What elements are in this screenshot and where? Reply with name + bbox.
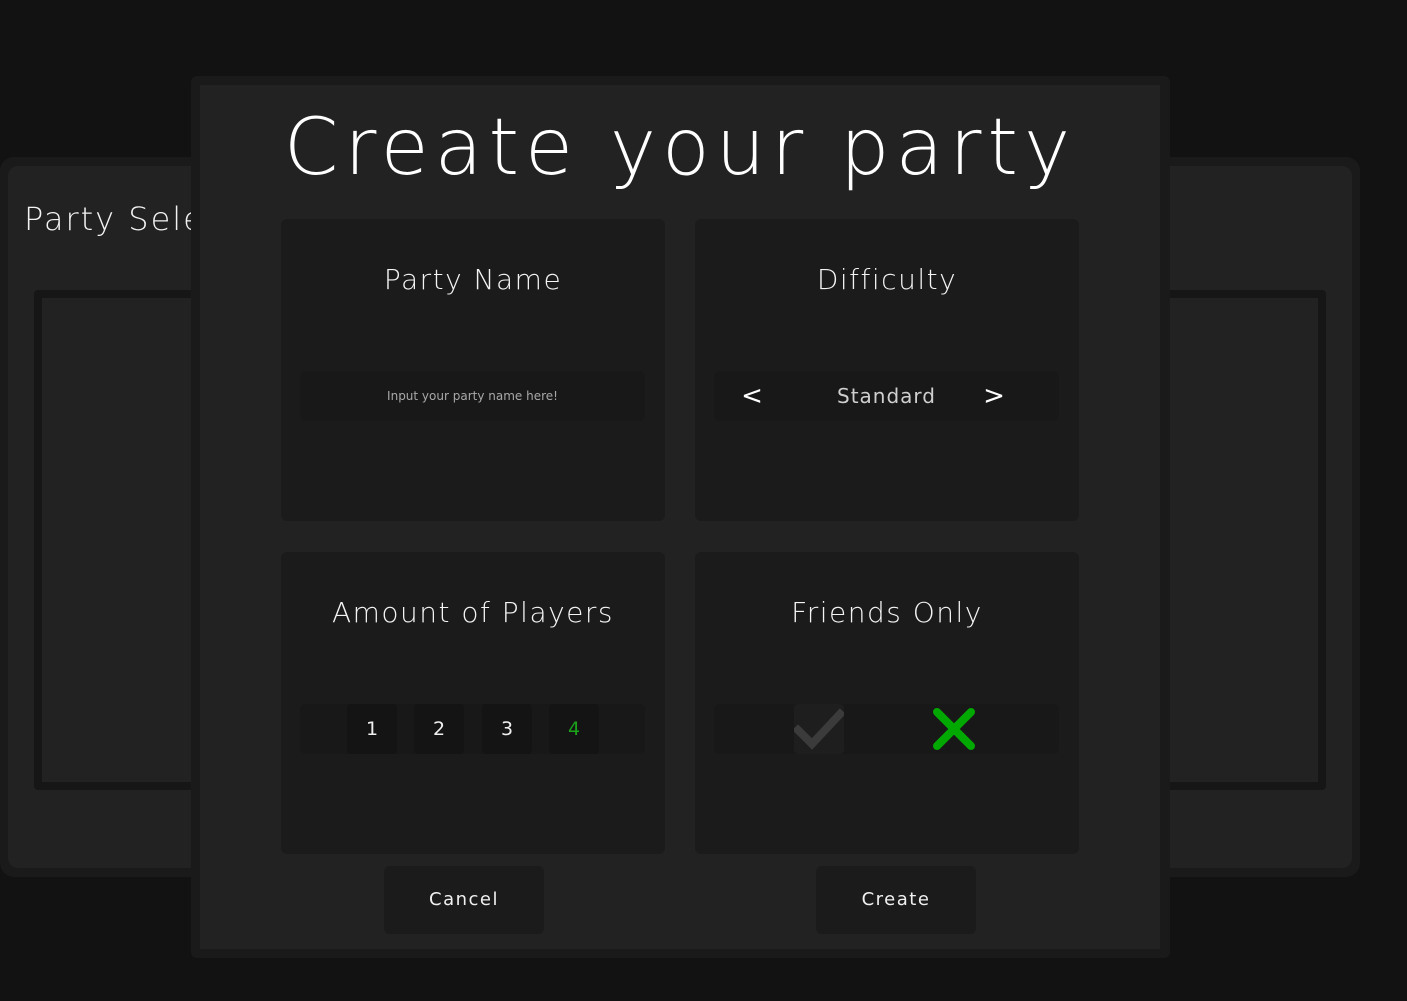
players-label: Amount of Players xyxy=(331,596,615,629)
difficulty-label: Difficulty xyxy=(816,263,958,296)
party-name-card: Party Name xyxy=(281,219,665,521)
player-count-2-button[interactable]: 2 xyxy=(414,704,464,754)
x-icon xyxy=(933,708,975,750)
modal-title: Create your party xyxy=(283,103,1077,193)
player-count-4-button[interactable]: 4 xyxy=(549,704,599,754)
friends-only-label: Friends Only xyxy=(791,596,983,629)
party-name-input[interactable] xyxy=(300,371,645,421)
players-selector: 1 2 3 4 xyxy=(300,704,645,754)
check-icon xyxy=(792,708,846,750)
create-button[interactable]: Create xyxy=(816,866,976,934)
party-name-label: Party Name xyxy=(383,263,563,296)
friends-only-toggle xyxy=(714,704,1059,754)
difficulty-selector: Standard < > xyxy=(714,371,1059,421)
difficulty-card: Difficulty Standard < > xyxy=(695,219,1079,521)
difficulty-prev-button[interactable]: < xyxy=(732,371,772,421)
player-count-1-button[interactable]: 1 xyxy=(347,704,397,754)
friends-only-no-button[interactable] xyxy=(929,704,979,754)
friends-only-yes-button[interactable] xyxy=(792,704,846,754)
friends-only-card: Friends Only xyxy=(695,552,1079,854)
difficulty-next-button[interactable]: > xyxy=(974,371,1014,421)
cancel-button[interactable]: Cancel xyxy=(384,866,544,934)
players-card: Amount of Players 1 2 3 4 xyxy=(281,552,665,854)
party-select-title: Party Sele xyxy=(24,200,205,238)
party-name-field[interactable] xyxy=(300,371,645,421)
screen: Party Sele Create your party Party Name … xyxy=(0,0,1407,1001)
player-count-3-button[interactable]: 3 xyxy=(482,704,532,754)
